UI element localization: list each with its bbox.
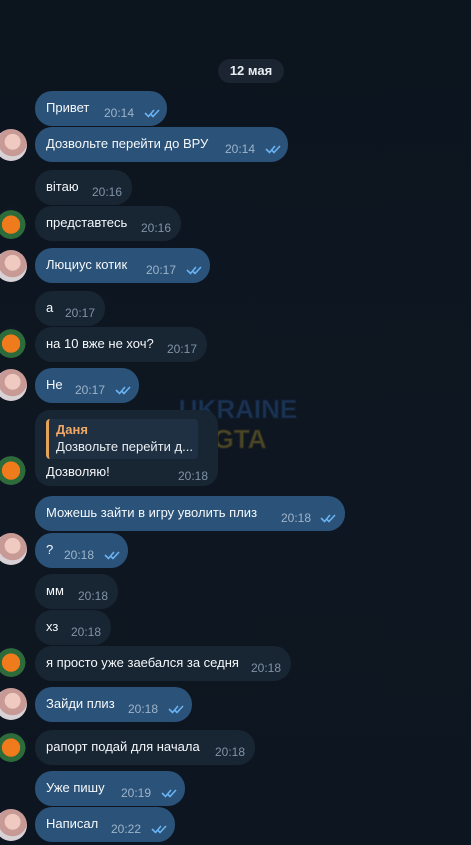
message-time: 20:18 — [71, 625, 102, 639]
contact-avatar[interactable] — [0, 326, 27, 358]
message-time: 20:16 — [92, 185, 123, 199]
message-text: Написал — [46, 816, 99, 831]
message-text: Уже пишу — [46, 780, 105, 795]
contact-avatar[interactable] — [0, 809, 27, 841]
message-text: Не — [46, 377, 63, 392]
message-bubble[interactable]: я просто уже заебался за седня 20:18 — [35, 646, 291, 681]
message-bubble[interactable]: а 20:17 — [35, 291, 105, 326]
message-text: представтесь — [46, 215, 128, 230]
message-text: я просто уже заебался за седня — [46, 655, 239, 670]
message-bubble[interactable]: Можешь зайти в игру уволить плиз 20:18 — [35, 496, 345, 531]
quoted-message[interactable]: Даня Дозвольте перейти д... — [46, 419, 198, 459]
message-time: 20:14 — [104, 106, 135, 120]
message-text: рапорт подай для начала — [46, 739, 200, 754]
message-bubble[interactable]: Уже пишу 20:19 — [35, 771, 185, 806]
message-bubble[interactable]: мм 20:18 — [35, 574, 118, 609]
double-check-icon — [104, 551, 120, 560]
message-bubble[interactable]: Люциус котик 20:17 — [35, 248, 210, 283]
contact-avatar[interactable] — [0, 688, 27, 720]
message-bubble[interactable]: ? 20:18 — [35, 533, 128, 568]
message-bubble[interactable]: Дозвольте перейти до ВРУ 20:14 — [35, 127, 288, 162]
message-text: ? — [46, 542, 54, 557]
reply-message-bubble[interactable]: Даня Дозвольте перейти д... Дозволяю! 20… — [35, 410, 218, 486]
message-text: а — [46, 300, 54, 315]
double-check-icon — [265, 145, 281, 154]
message-text: Дозвольте перейти до ВРУ — [46, 136, 209, 151]
message-bubble[interactable]: рапорт подай для начала 20:18 — [35, 730, 255, 765]
contact-avatar[interactable] — [0, 129, 27, 161]
message-text: Привет — [46, 100, 90, 115]
message-text: Можешь зайти в игру уволить плиз — [46, 505, 258, 520]
message-bubble[interactable]: представтесь 20:16 — [35, 206, 181, 241]
date-separator: 12 мая — [218, 59, 284, 83]
contact-avatar[interactable] — [0, 369, 27, 401]
message-bubble[interactable]: Зайди плиз 20:18 — [35, 687, 192, 722]
quote-author: Даня — [56, 422, 88, 437]
message-time: 20:18 — [178, 469, 209, 483]
quote-text: Дозвольте перейти д... — [56, 439, 193, 454]
double-check-icon — [151, 825, 167, 834]
double-check-icon — [144, 109, 160, 118]
double-check-icon — [161, 789, 177, 798]
contact-avatar[interactable] — [0, 453, 27, 485]
watermark-line2: GTA — [214, 424, 267, 454]
double-check-icon — [168, 705, 184, 714]
contact-avatar[interactable] — [0, 250, 27, 282]
contact-avatar[interactable] — [0, 645, 27, 677]
message-text: мм — [46, 583, 64, 598]
message-time: 20:18 — [64, 548, 95, 562]
message-time: 20:16 — [141, 221, 172, 235]
message-text: Зайди плиз — [46, 696, 115, 711]
message-time: 20:18 — [78, 589, 109, 603]
message-time: 20:17 — [167, 342, 198, 356]
contact-avatar[interactable] — [0, 533, 27, 565]
message-text: на 10 вже не хоч? — [46, 336, 154, 351]
message-bubble[interactable]: на 10 вже не хоч? 20:17 — [35, 327, 207, 362]
message-text: Дозволяю! — [46, 464, 110, 479]
message-text: Люциус котик — [46, 257, 128, 272]
message-bubble[interactable]: вітаю 20:16 — [35, 170, 132, 205]
message-text: вітаю — [46, 179, 79, 194]
message-time: 20:18 — [251, 661, 282, 675]
message-time: 20:18 — [281, 511, 312, 525]
message-time: 20:17 — [146, 263, 177, 277]
double-check-icon — [115, 386, 131, 395]
message-time: 20:17 — [65, 306, 96, 320]
message-time: 20:22 — [111, 822, 142, 836]
double-check-icon — [186, 266, 202, 275]
message-bubble[interactable]: хз 20:18 — [35, 610, 111, 645]
contact-avatar[interactable] — [0, 730, 27, 762]
message-bubble[interactable]: Привет 20:14 — [35, 91, 167, 126]
message-time: 20:19 — [121, 786, 152, 800]
double-check-icon — [320, 514, 336, 523]
contact-avatar[interactable] — [0, 207, 27, 239]
message-bubble[interactable]: Написал 20:22 — [35, 807, 175, 842]
message-time: 20:14 — [225, 142, 256, 156]
message-time: 20:18 — [215, 745, 246, 759]
message-time: 20:18 — [128, 702, 159, 716]
message-time: 20:17 — [75, 383, 106, 397]
message-bubble[interactable]: Не 20:17 — [35, 368, 139, 403]
message-text: хз — [46, 619, 59, 634]
